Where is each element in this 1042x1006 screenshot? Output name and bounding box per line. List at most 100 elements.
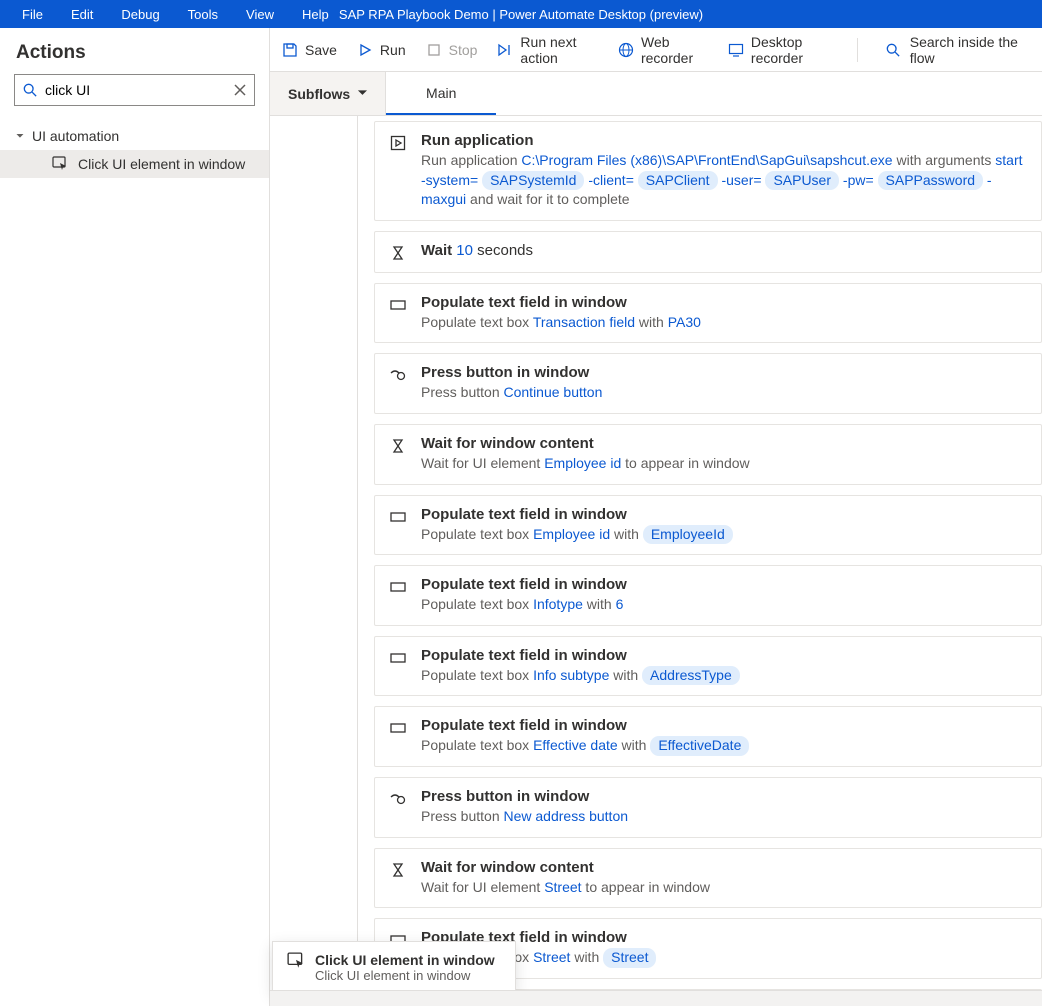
toolbar-separator [857, 38, 858, 62]
tab-main[interactable]: Main [386, 72, 496, 115]
flow-step[interactable]: 3Populate text field in windowPopulate t… [358, 278, 1042, 349]
wait-icon [389, 244, 407, 262]
step-title: Press button in window [421, 788, 1027, 805]
menu-help[interactable]: Help [288, 3, 343, 26]
flow-step[interactable]: 7Populate text field in windowPopulate t… [358, 560, 1042, 631]
step-description: Populate text box Info subtype with Addr… [421, 666, 1027, 686]
globe-icon [618, 42, 634, 58]
actions-header: Actions [0, 28, 269, 74]
press-icon [389, 366, 407, 384]
actions-tree: ⏷ UI automation Click UI element in wind… [0, 118, 269, 182]
chevron-down-icon: ⏷ [358, 87, 367, 100]
stop-button[interactable]: Stop [426, 42, 478, 58]
step-title: Wait for window content [421, 435, 1027, 452]
line-gutter [270, 116, 358, 1006]
run-next-button[interactable]: Run next action [497, 34, 598, 66]
wait-icon [389, 437, 407, 455]
run-button[interactable]: Run [357, 42, 406, 58]
step-card[interactable]: Populate text field in windowPopulate te… [374, 636, 1042, 697]
flow-step[interactable]: 9Populate text field in windowPopulate t… [358, 701, 1042, 772]
step-description: Populate text box Infotype with 6 [421, 595, 1027, 615]
step-title: Wait for window content [421, 859, 1027, 876]
flow-step[interactable]: 6Populate text field in windowPopulate t… [358, 490, 1042, 561]
step-card[interactable]: Run application Run application C:\Progra… [374, 121, 1042, 221]
flow-step[interactable]: 8Populate text field in windowPopulate t… [358, 631, 1042, 702]
menu-view[interactable]: View [232, 3, 288, 26]
step-card[interactable]: Wait for window content Wait for UI eleme… [374, 848, 1042, 909]
step-description: Press button New address button [421, 807, 1027, 827]
tab-bar: Subflows ⏷ Main [270, 72, 1042, 116]
window-title: SAP RPA Playbook Demo | Power Automate D… [339, 7, 703, 22]
horizontal-scrollbar[interactable] [270, 990, 1042, 1006]
step-card[interactable]: Populate text field in window Populate te… [374, 283, 1042, 344]
step-card[interactable]: Populate text field in window Populate te… [374, 565, 1042, 626]
web-recorder-button[interactable]: Web recorder [618, 34, 708, 66]
actions-search-input[interactable] [45, 82, 226, 98]
step-description: Wait for UI element Street to appear in … [421, 878, 1027, 898]
desktop-icon [728, 42, 744, 58]
title-bar: File Edit Debug Tools View Help SAP RPA … [0, 0, 1042, 28]
flow-step[interactable]: 5Wait for window contentWait for UI elem… [358, 419, 1042, 490]
tree-group-ui-automation[interactable]: ⏷ UI automation [0, 122, 269, 150]
menu-file[interactable]: File [8, 3, 57, 26]
subflows-dropdown[interactable]: Subflows ⏷ [270, 72, 386, 115]
tooltip-title: Click UI element in window [315, 952, 495, 968]
step-description: Press button Continue button [421, 383, 1027, 403]
press-icon [389, 790, 407, 808]
flow-list[interactable]: 1Run applicationRun application C:\Progr… [358, 116, 1042, 1006]
save-button[interactable]: Save [282, 42, 337, 58]
actions-search[interactable] [14, 74, 255, 106]
step-description: Populate text box Employee id with Emplo… [421, 525, 1027, 545]
search-icon [886, 42, 900, 58]
field-icon [389, 578, 407, 596]
desktop-recorder-button[interactable]: Desktop recorder [728, 34, 837, 66]
step-description: Populate text box Transaction field with… [421, 313, 1027, 333]
step-card[interactable]: Wait 10 seconds [374, 231, 1042, 273]
step-title: Run application [421, 132, 1027, 149]
menu-tools[interactable]: Tools [174, 3, 232, 26]
search-icon [23, 83, 37, 97]
step-title: Wait [421, 242, 456, 259]
actions-sidebar: Actions ⏷ UI automation Click [0, 28, 270, 1006]
field-icon [389, 508, 407, 526]
step-card[interactable]: Populate text field in window Populate te… [374, 495, 1042, 556]
step-description: Populate text box Effective date with Ef… [421, 736, 1027, 756]
stop-icon [426, 42, 442, 58]
step-title: Populate text field in window [421, 576, 1027, 593]
flow-step[interactable]: 11Wait for window contentWait for UI ele… [358, 843, 1042, 914]
run-icon [389, 134, 407, 152]
cursor-icon [52, 156, 68, 172]
step-card[interactable]: Wait for window content Wait for UI eleme… [374, 424, 1042, 485]
cursor-icon [287, 952, 305, 970]
tooltip-subtitle: Click UI element in window [315, 968, 495, 983]
step-card[interactable]: Press button in window Press button Conti… [374, 353, 1042, 414]
step-title: Populate text field in window [421, 506, 1027, 523]
flow-step[interactable]: 4Press button in windowPress button Cont… [358, 348, 1042, 419]
wait-icon [389, 861, 407, 879]
drag-tooltip: Click UI element in window Click UI elem… [272, 941, 516, 994]
step-title: Populate text field in window [421, 717, 1027, 734]
save-icon [282, 42, 298, 58]
field-icon [389, 296, 407, 314]
step-title: Populate text field in window [421, 294, 1027, 311]
step-card[interactable]: Populate text field in window Populate te… [374, 706, 1042, 767]
flow-search[interactable]: Search inside the flow [878, 34, 1030, 66]
menu-debug[interactable]: Debug [107, 3, 173, 26]
tree-group-label: UI automation [32, 128, 119, 144]
chevron-down-icon: ⏷ [16, 131, 24, 142]
field-icon [389, 719, 407, 737]
tree-leaf-label: Click UI element in window [78, 156, 245, 172]
play-step-icon [497, 42, 513, 58]
clear-icon[interactable] [234, 84, 246, 96]
toolbar: Save Run Stop Run next action Web record… [270, 28, 1042, 72]
step-title: Press button in window [421, 364, 1027, 381]
field-icon [389, 649, 407, 667]
menu-edit[interactable]: Edit [57, 3, 107, 26]
step-description: Wait for UI element Employee id to appea… [421, 454, 1027, 474]
flow-step[interactable]: 1Run applicationRun application C:\Progr… [358, 116, 1042, 226]
flow-step[interactable]: 2Wait 10 seconds [358, 226, 1042, 278]
step-description: Run application C:\Program Files (x86)\S… [421, 151, 1027, 210]
flow-step[interactable]: 10Press button in windowPress button New… [358, 772, 1042, 843]
step-card[interactable]: Press button in window Press button New a… [374, 777, 1042, 838]
tree-leaf-click-ui-element[interactable]: Click UI element in window [0, 150, 269, 178]
